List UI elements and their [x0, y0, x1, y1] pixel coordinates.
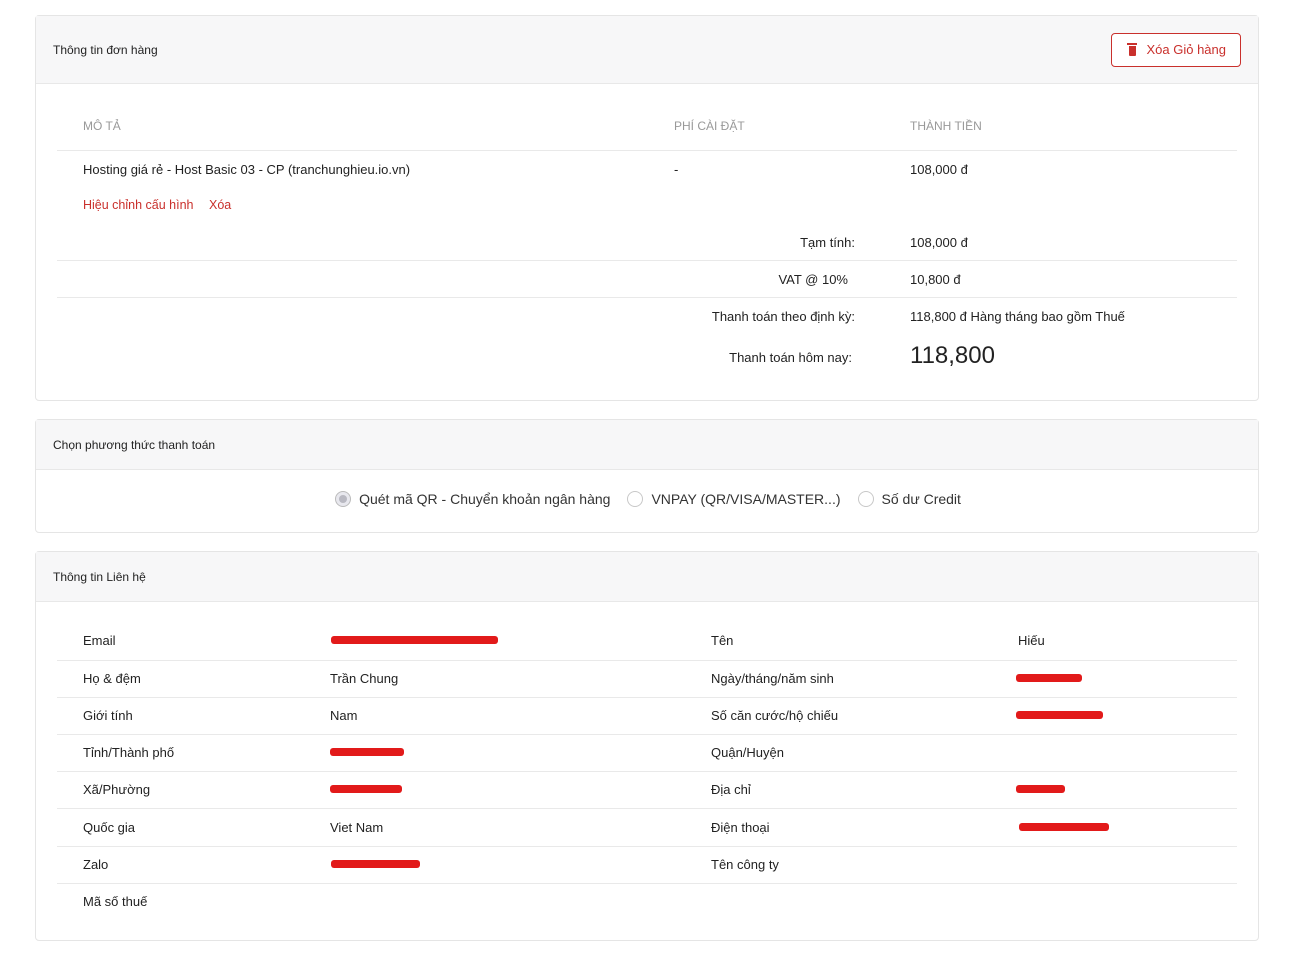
- today-value: 118,800: [910, 342, 995, 369]
- contact-value-country: Viet Nam: [330, 820, 384, 835]
- payment-method-title: Chọn phương thức thanh toán: [53, 437, 216, 452]
- payment-option-vnpay[interactable]: VNPAY (QR/VISA/MASTER...): [627, 491, 841, 507]
- radio-icon[interactable]: [627, 491, 644, 507]
- payment-method-header: Chọn phương thức thanh toán: [36, 420, 1258, 470]
- contact-value-gender: Nam: [330, 708, 358, 723]
- payment-options: Quét mã QR - Chuyển khoản ngân hàng VNPA…: [36, 491, 1258, 507]
- redacted-ward: [330, 785, 402, 793]
- contact-label-address: Địa chỉ: [711, 782, 751, 797]
- contact-label-zalo: Zalo: [83, 857, 109, 872]
- column-header-total: THÀNH TIỀN: [910, 119, 982, 133]
- redacted-dob: [1016, 674, 1082, 682]
- subtotal-value: 108,000 đ: [910, 235, 968, 250]
- item-setup-fee: -: [674, 162, 679, 177]
- redacted-email: [331, 636, 498, 644]
- contact-label-phone: Điện thoại: [711, 820, 770, 835]
- divider: [57, 846, 1237, 847]
- contact-label-district: Quận/Huyện: [711, 745, 784, 760]
- divider: [57, 734, 1237, 735]
- order-info-title: Thông tin đơn hàng: [53, 42, 158, 57]
- contact-label-ward: Xã/Phường: [83, 782, 151, 797]
- redacted-id-number: [1016, 711, 1103, 719]
- vat-label: VAT @ 10%: [778, 272, 848, 287]
- redacted-phone: [1019, 823, 1109, 831]
- redacted-address: [1016, 785, 1065, 793]
- contact-label-company: Tên công ty: [711, 857, 779, 872]
- contact-label-id-number: Số căn cước/hộ chiếu: [711, 708, 839, 723]
- payment-option-credit[interactable]: Số dư Credit: [857, 491, 961, 507]
- divider: [57, 297, 1237, 298]
- payment-method-card: Chọn phương thức thanh toán Quét mã QR -…: [35, 419, 1259, 533]
- contact-label-email: Email: [83, 633, 116, 648]
- contact-label-last-name: Họ & đệm: [83, 671, 141, 686]
- subtotal-label: Tạm tính:: [800, 235, 855, 250]
- contact-label-province: Tỉnh/Thành phố: [83, 745, 175, 760]
- contact-value-last-name: Trần Chung: [330, 671, 399, 686]
- divider: [57, 260, 1237, 261]
- payment-option-label: VNPAY (QR/VISA/MASTER...): [651, 491, 841, 507]
- item-description: Hosting giá rẻ - Host Basic 03 - CP (tra…: [83, 162, 411, 177]
- divider: [57, 150, 1237, 151]
- order-info-header: Thông tin đơn hàng Xóa Giỏ hàng: [36, 16, 1258, 84]
- divider: [57, 808, 1237, 809]
- item-total: 108,000 đ: [910, 162, 968, 177]
- contact-info-title: Thông tin Liên hệ: [53, 569, 146, 584]
- delete-item-link[interactable]: Xóa: [209, 198, 231, 212]
- divider: [57, 771, 1237, 772]
- column-header-setup-fee: PHÍ CÀI ĐẶT: [674, 119, 745, 133]
- vat-value: 10,800 đ: [910, 272, 961, 287]
- redacted-province: [330, 748, 404, 756]
- contact-label-dob: Ngày/tháng/năm sinh: [711, 671, 834, 686]
- recurring-value: 118,800 đ Hàng tháng bao gồm Thuế: [910, 309, 1125, 324]
- payment-option-qr[interactable]: Quét mã QR - Chuyển khoản ngân hàng: [335, 491, 610, 507]
- recurring-label: Thanh toán theo định kỳ:: [711, 309, 855, 324]
- payment-option-label: Số dư Credit: [881, 491, 961, 507]
- contact-label-first-name: Tên: [711, 633, 734, 648]
- today-label: Thanh toán hôm nay:: [729, 350, 852, 365]
- clear-cart-button[interactable]: Xóa Giỏ hàng: [1111, 32, 1241, 67]
- contact-label-gender: Giới tính: [83, 708, 133, 723]
- contact-info-card: Thông tin Liên hệ Email Tên Hiếu Họ & đệ…: [35, 551, 1259, 941]
- divider: [57, 697, 1237, 698]
- trash-icon: [1126, 43, 1138, 56]
- contact-label-tax-code: Mã số thuế: [83, 894, 148, 909]
- contact-info-header: Thông tin Liên hệ: [36, 552, 1258, 602]
- contact-label-country: Quốc gia: [83, 820, 136, 835]
- payment-option-label: Quét mã QR - Chuyển khoản ngân hàng: [359, 491, 611, 507]
- edit-config-link[interactable]: Hiệu chỉnh cấu hình: [83, 198, 194, 212]
- contact-value-first-name: Hiếu: [1018, 633, 1045, 648]
- divider: [57, 660, 1237, 661]
- redacted-zalo: [331, 860, 420, 868]
- radio-selected-icon[interactable]: [335, 491, 352, 507]
- divider: [57, 883, 1237, 884]
- column-header-description: MÔ TẢ: [83, 119, 121, 133]
- radio-icon[interactable]: [857, 491, 874, 507]
- clear-cart-label: Xóa Giỏ hàng: [1146, 42, 1226, 57]
- order-info-card: Thông tin đơn hàng Xóa Giỏ hàng MÔ TẢ PH…: [35, 15, 1259, 401]
